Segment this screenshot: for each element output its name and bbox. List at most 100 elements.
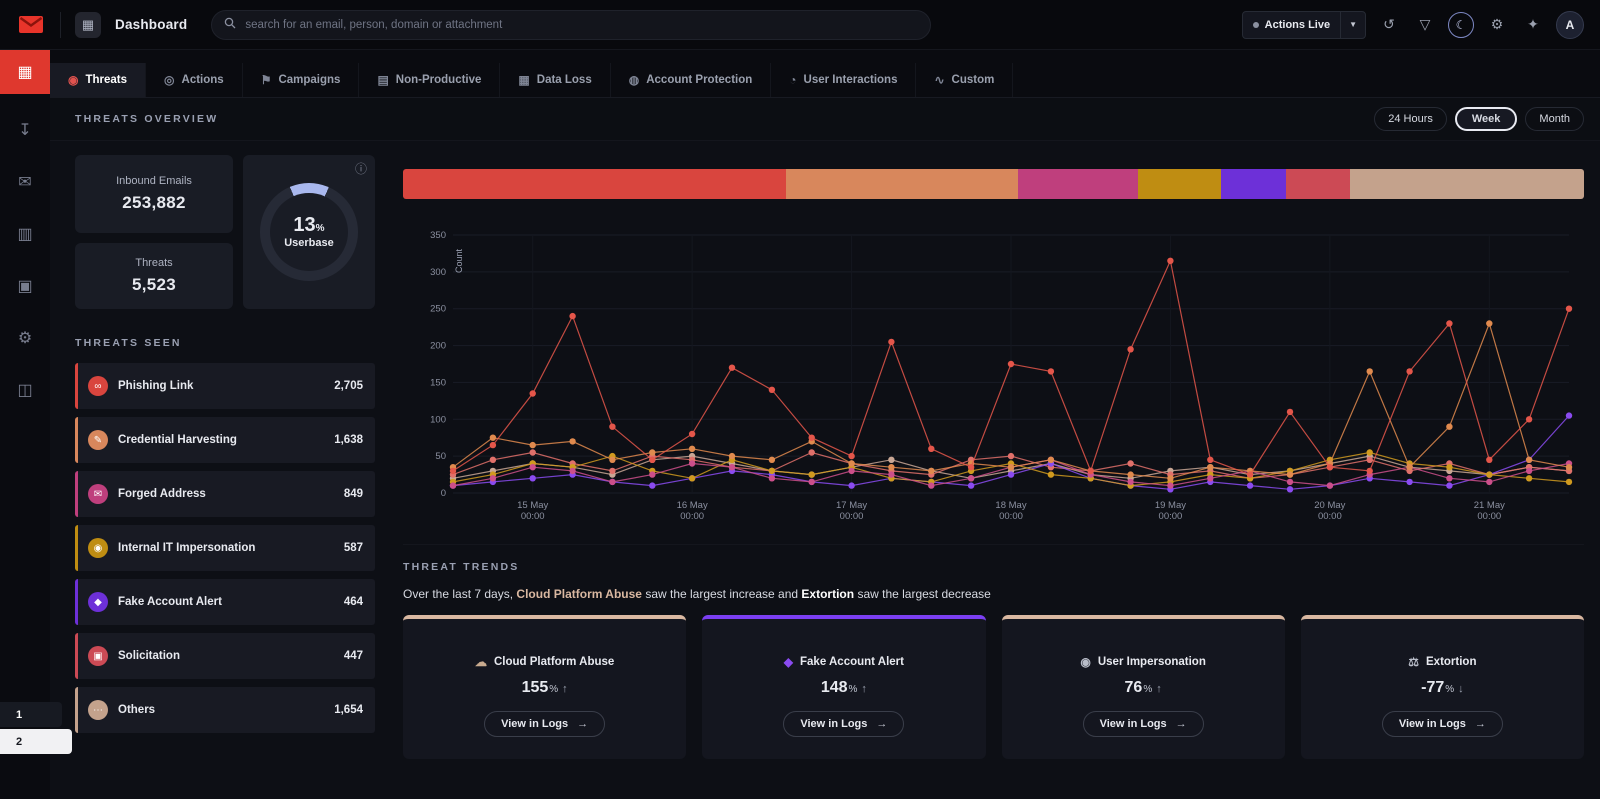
view-in-logs-button[interactable]: View in Logs → (1082, 711, 1204, 737)
sidebar-item-dashboard[interactable]: ▦ (0, 50, 50, 94)
tab-user-interactions[interactable]: ◔ User Interactions (771, 63, 917, 97)
percent-sign: % (1143, 684, 1153, 695)
target-icon: ◎ (164, 73, 175, 87)
sparkle-icon[interactable]: ✦ (1520, 12, 1546, 38)
trend-label: Extortion (1426, 656, 1477, 668)
range-week-button[interactable]: Week (1454, 107, 1518, 131)
sidebar-item-organization[interactable]: ▥ (0, 212, 50, 256)
search-icon (224, 16, 236, 34)
svg-text:00:00: 00:00 (840, 511, 864, 522)
page-marker-2[interactable]: 2 (0, 729, 72, 754)
info-icon[interactable]: ⓘ (355, 160, 367, 177)
svg-text:15 May: 15 May (517, 500, 548, 511)
chat-icon: ▣ (88, 646, 108, 666)
threat-row[interactable]: ✉ Forged Address 849 (75, 471, 375, 517)
trend-percent: -77 (1421, 679, 1445, 696)
history-icon[interactable]: ↺ (1376, 12, 1402, 38)
filter-icon[interactable]: ▽ (1412, 12, 1438, 38)
arrow-up-icon: ↑ (861, 683, 867, 695)
userbase-percent: 13 (293, 214, 316, 237)
section-title: THREATS OVERVIEW (75, 113, 219, 125)
trend-value: 155 % ↑ (522, 679, 568, 697)
content: Inbound Emails 253,882 ⓘ 13% Userbase Th… (50, 141, 1600, 799)
arrow-right-icon: → (577, 718, 589, 730)
dots-icon: ⋯ (88, 700, 108, 720)
threat-row[interactable]: ∞ Phishing Link 2,705 (75, 363, 375, 409)
trend-cards: ☁ Cloud Platform Abuse 155 % ↑ View in L… (403, 615, 1584, 759)
tab-campaigns[interactable]: ⚑ Campaigns (243, 63, 360, 97)
svg-text:50: 50 (435, 451, 446, 462)
tab-data-loss[interactable]: ▦ Data Loss (500, 63, 611, 97)
trend-value: -77 % ↓ (1421, 679, 1464, 697)
settings-gear-icon[interactable]: ⚙ (1484, 12, 1510, 38)
view-in-logs-button[interactable]: View in Logs → (1381, 711, 1503, 737)
distribution-segment (403, 169, 786, 199)
trend-card-header: ◆ Fake Account Alert (784, 655, 904, 669)
sidebar-item-services[interactable]: ⚙ (0, 316, 50, 360)
svg-text:200: 200 (430, 341, 446, 352)
search-input[interactable] (245, 18, 919, 31)
page-marker-1[interactable]: 1 (0, 702, 62, 727)
tab-threats[interactable]: ◉ Threats (50, 63, 147, 97)
distribution-segment (1137, 169, 1221, 199)
tag-icon: ◆ (783, 655, 794, 669)
svg-text:18 May: 18 May (995, 500, 1026, 511)
sidebar-item-media[interactable]: ▣ (0, 264, 50, 308)
threat-trends-header: THREAT TRENDS (403, 544, 1584, 583)
tab-non-productive[interactable]: ▤ Non-Productive (359, 63, 501, 97)
svg-text:16 May: 16 May (677, 500, 708, 511)
range-month-button[interactable]: Month (1525, 107, 1584, 131)
view-in-logs-button[interactable]: View in Logs → (783, 711, 905, 737)
summary-decrease-highlight: Extortion (801, 587, 855, 601)
services-gear-icon: ⚙ (17, 330, 33, 347)
distribution-segment (1349, 169, 1584, 199)
view-in-logs-button[interactable]: View in Logs → (484, 711, 606, 737)
percent-sign: % (848, 684, 858, 695)
section-title: THREATS SEEN (75, 337, 182, 349)
people-icon: ◉ (88, 538, 108, 558)
dashboard-icon: ▦ (17, 64, 33, 81)
threat-row[interactable]: ▣ Solicitation 447 (75, 633, 375, 679)
tab-label: Campaigns (278, 74, 341, 86)
people-icon: ◉ (1080, 655, 1091, 669)
trend-card: ☁ Cloud Platform Abuse 155 % ↑ View in L… (403, 615, 687, 759)
threats-line-chart: 0 50 100 150 200 250 300 350 15 May 00:00 16 May 00… (403, 221, 1584, 536)
userbase-donut-card: ⓘ 13% Userbase (243, 155, 375, 309)
caret-down-icon[interactable]: ▼ (1340, 11, 1365, 38)
sidebar-item-cases[interactable]: ◫ (0, 368, 50, 412)
threat-row[interactable]: ✎ Credential Harvesting 1,638 (75, 417, 375, 463)
threat-row[interactable]: ◉ Internal IT Impersonation 587 (75, 525, 375, 571)
actions-live-text: Actions Live (1264, 18, 1331, 31)
range-24-hours-button[interactable]: 24 Hours (1374, 107, 1447, 131)
topbar-divider (60, 11, 61, 38)
sidebar-item-mail[interactable]: ✉ (0, 160, 50, 204)
sidebar-item-downloads[interactable]: ↧ (0, 108, 50, 152)
page-markers: 1 2 (0, 700, 72, 754)
actions-live-control[interactable]: Actions Live ▼ (1241, 10, 1366, 39)
svg-text:0: 0 (441, 488, 446, 499)
userbase-label: Userbase (284, 237, 334, 250)
badge-icon: ✉ (88, 484, 108, 504)
trend-label: Cloud Platform Abuse (493, 656, 615, 668)
search-bar[interactable] (211, 9, 932, 40)
tab-account-protection[interactable]: ◍ Account Protection (611, 63, 772, 97)
svg-text:00:00: 00:00 (680, 511, 704, 522)
trend-card-header: ◉ User Impersonation (1080, 655, 1205, 669)
brand-logo-icon[interactable] (16, 16, 46, 33)
trend-card: ◆ Fake Account Alert 148 % ↑ View in Log… (702, 615, 986, 759)
donut-center-text: 13% Userbase (284, 214, 334, 250)
view-in-logs-label: View in Logs (501, 718, 569, 730)
trend-value: 148 % ↑ (821, 679, 867, 697)
user-avatar[interactable]: A (1556, 10, 1584, 39)
dark-mode-moon-icon[interactable]: ☾ (1448, 11, 1474, 38)
tab-actions[interactable]: ◎ Actions (146, 63, 243, 97)
threat-row[interactable]: ⋯ Others 1,654 (75, 687, 375, 733)
tab-label: Data Loss (536, 74, 592, 86)
threat-count: 849 (343, 488, 363, 500)
threats-label: Threats (135, 257, 173, 269)
threats-seen-header: THREATS SEEN (75, 309, 375, 363)
building-icon: ▥ (17, 226, 33, 243)
threat-row[interactable]: ◆ Fake Account Alert 464 (75, 579, 375, 625)
actions-live-label: Actions Live (1243, 12, 1340, 38)
tab-custom[interactable]: ∿ Custom (916, 63, 1014, 97)
